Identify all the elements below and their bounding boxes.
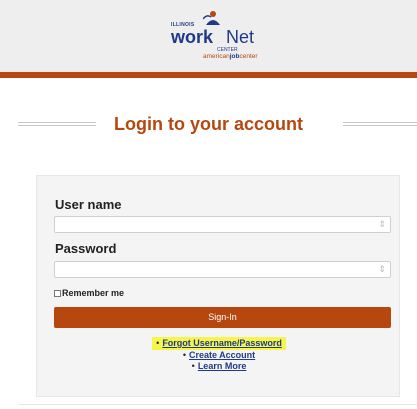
password-input[interactable]: ⇕ — [54, 261, 391, 278]
create-row: • Create Account — [37, 350, 401, 361]
remember-me[interactable]: Remember me — [54, 288, 124, 298]
create-account-link[interactable]: Create Account — [189, 350, 255, 360]
field-options-icon: ⇕ — [378, 264, 386, 274]
account-links: • Forgot Username/Password • Create Accoun… — [37, 337, 401, 372]
person-icon — [203, 11, 220, 25]
logo-net-text: Net — [226, 27, 255, 47]
username-input[interactable]: ⇕ — [54, 216, 391, 233]
title-row: Login to your account — [0, 112, 417, 136]
forgot-username-password-link[interactable]: Forgot Username/Password — [162, 338, 282, 348]
remember-me-label: Remember me — [62, 288, 125, 298]
bullet: • — [156, 338, 160, 348]
learn-more-link[interactable]: Learn More — [198, 361, 247, 371]
bullet: • — [182, 350, 186, 360]
forgot-highlight: • Forgot Username/Password — [152, 337, 286, 350]
login-form: User name ⇕ Password ⇕ Remember me Sign-… — [36, 175, 400, 397]
american-job-center-text: americanjobcenter — [203, 53, 258, 60]
field-options-icon: ⇕ — [378, 219, 386, 229]
learn-row: • Learn More — [37, 361, 401, 372]
site-header: ILLINOIS work Net CENTER americanjobcent… — [0, 0, 417, 78]
username-label: User name — [55, 197, 122, 212]
password-label: Password — [55, 241, 117, 256]
remember-me-checkbox[interactable] — [54, 289, 61, 297]
bullet: • — [191, 361, 195, 371]
forgot-row: • Forgot Username/Password — [37, 337, 401, 350]
illinois-worknet-logo[interactable]: ILLINOIS work Net CENTER americanjobcent… — [159, 10, 279, 64]
sign-in-button[interactable]: Sign-In — [54, 307, 391, 328]
logo-work-text: work — [171, 27, 214, 47]
title-divider-right — [343, 122, 417, 126]
page-divider — [18, 404, 417, 405]
